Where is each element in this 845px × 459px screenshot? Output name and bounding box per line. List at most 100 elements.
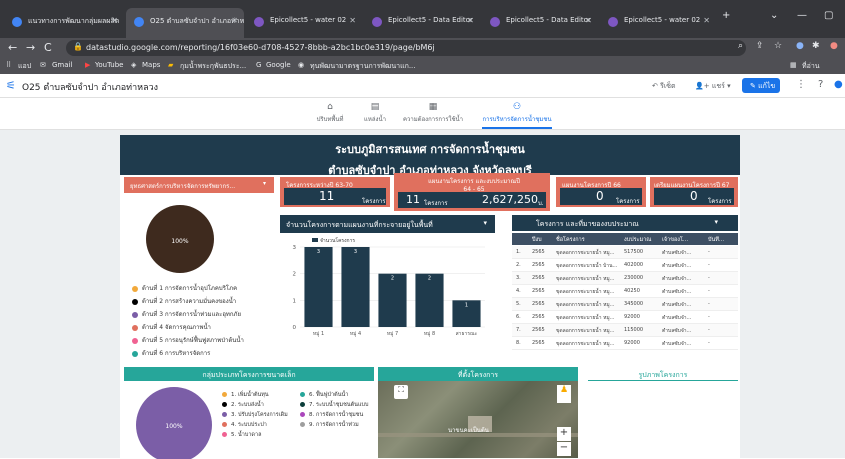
reading-list-label[interactable]: ที่อ่าน xyxy=(802,61,820,72)
close-tab-icon[interactable]: ✕ xyxy=(231,16,238,25)
table-cell: ตำบลซับจำ... xyxy=(662,341,692,347)
table-row[interactable]: 6. 2565 ขุดลอกการชะบายน้ำ หมู... 92000 ตำบลซ… xyxy=(512,311,738,324)
table-header-bar[interactable]: โครงการ และที่มาของงบประมาณ ▾ xyxy=(512,215,738,231)
zoom-icon[interactable]: ⌕ xyxy=(738,41,743,51)
help-icon[interactable]: ? xyxy=(818,79,823,90)
column-header[interactable]: ปีงบ xyxy=(532,236,542,244)
x-tick-label: สาธารณะ xyxy=(456,331,478,337)
satellite-map[interactable]: นาขนคะเป็นต้น ⛶ ♟ + − xyxy=(378,381,578,458)
zoom-in-icon[interactable]: + xyxy=(557,427,571,441)
browser-tab[interactable]: Epicollect5 - water 02 ✕ xyxy=(600,8,716,38)
new-tab-icon[interactable]: + xyxy=(722,10,730,21)
share-page-icon[interactable]: ⇪ xyxy=(756,41,764,51)
tab-search-icon[interactable]: ⌄ xyxy=(770,10,778,21)
legend-item[interactable]: ด้านที่ 3 การจัดการน้ำท่วมและอุทกภัย xyxy=(132,309,244,322)
extensions-puzzle-icon[interactable]: ✱ xyxy=(812,41,820,51)
minimize-icon[interactable]: — xyxy=(797,10,807,21)
extension-icon[interactable]: ● xyxy=(796,41,804,51)
bar[interactable] xyxy=(341,247,370,327)
legend-item[interactable]: 9. การจัดการน้ำท่วม xyxy=(300,421,368,431)
bar-chart-header[interactable]: จำนวนโครงการตามแผนงานที่กระจายอยู่ในพื้น… xyxy=(280,215,495,233)
share-button[interactable]: 👤+ แชร์ ▾ xyxy=(695,81,731,92)
bookmark-item[interactable]: YouTube xyxy=(95,61,123,69)
table-row[interactable]: 8. 2565 ขุดลอกการชะบายน้ำ หมู... 92000 ตำบลซ… xyxy=(512,337,738,350)
legend-item[interactable]: ด้านที่ 6 การบริหารจัดการ xyxy=(132,348,244,361)
strategy-dropdown[interactable]: ยุทธศาสตร์การบริหารจัดการทรัพยากร... ▾ xyxy=(124,177,274,193)
browser-tab-active[interactable]: O25 ตำบลซับจำปา อำเภอท่าห... ✕ xyxy=(126,8,244,38)
legend-item[interactable]: 6. ฟื้นฟูป่าต้นน้ำ xyxy=(300,391,368,401)
browser-tab[interactable]: Epicollect5 - water 02 ✕ xyxy=(246,8,362,38)
table-cell: - xyxy=(708,327,710,333)
table-row[interactable]: 2. 2565 ขุดลอกการชะบายน้ำ บ้าน... 402000 ตำบ… xyxy=(512,259,738,272)
column-header[interactable]: บันทึ... xyxy=(708,236,724,244)
edit-button[interactable]: ✎ แก้ไข xyxy=(742,78,780,93)
reset-button[interactable]: ↶ รีเซ็ต xyxy=(652,81,676,92)
bar[interactable] xyxy=(304,247,333,327)
browser-tab[interactable]: Epicollect5 - Data Editor ✕ xyxy=(364,8,480,38)
close-tab-icon[interactable]: ✕ xyxy=(349,16,356,25)
bookmark-item[interactable]: ทุนพัฒนามาตรฐานการพัฒนาแก... xyxy=(310,61,416,72)
tab-page-water-management[interactable]: ⚇ การบริหารจัดการน้ำชุมชน xyxy=(472,102,562,129)
bookmark-item[interactable]: Gmail xyxy=(52,61,72,69)
zoom-out-icon[interactable]: − xyxy=(557,442,571,456)
table-row[interactable]: 1. 2565 ขุดลอกการชะบายน้ำ หมู... 517500 ตำบล… xyxy=(512,246,738,259)
table-row[interactable]: 5. 2565 ขุดลอกการชะบายน้ำ หมู... 345000 ตำบล… xyxy=(512,298,738,311)
forward-icon[interactable]: → xyxy=(26,41,35,54)
table-cell: ขุดลอกการชะบายน้ำ หมู... xyxy=(556,341,615,347)
profile-avatar-icon[interactable]: ● xyxy=(830,41,838,51)
restore-icon[interactable]: ▢ xyxy=(824,10,833,21)
reload-icon[interactable]: C xyxy=(44,41,52,54)
column-header[interactable]: เจ้าของโ... xyxy=(662,236,688,244)
table-row[interactable]: 3. 2565 ขุดลอกการชะบายน้ำ หมู... 230000 ตำบล… xyxy=(512,272,738,285)
bookmark-item[interactable]: Maps xyxy=(142,61,160,69)
legend-item[interactable]: ด้านที่ 4 จัดการคุณภาพน้ำ xyxy=(132,322,244,335)
fullscreen-icon[interactable]: ⛶ xyxy=(394,385,408,399)
legend-item[interactable]: ด้านที่ 5 การอนุรักษ์ฟื้นฟูสภาพป่าต้นน้ำ xyxy=(132,335,244,348)
close-tab-icon[interactable]: ✕ xyxy=(467,16,474,25)
report-title: O25 ตำบลซับจำปา อำเภอท่าหลวง xyxy=(22,83,159,93)
account-avatar[interactable]: ● xyxy=(834,79,843,90)
bookmark-item[interactable]: Google xyxy=(266,61,291,69)
legend-item[interactable]: ด้านที่ 2 การสร้างความมั่นคงของน้ำ xyxy=(132,296,244,309)
legend-dot-icon xyxy=(300,392,305,397)
tab-page-water-demand[interactable]: ▦ ความต้องการการใช้น้ำ xyxy=(388,102,478,124)
table-cell: 517500 xyxy=(624,249,644,255)
legend-item[interactable]: 5. น้ำบาดาล xyxy=(222,431,288,441)
back-icon[interactable]: ← xyxy=(8,41,17,54)
legend-item[interactable]: ด้านที่ 1 การจัดการน้ำอุปโภคบริโภค xyxy=(132,283,244,296)
bookmark-item[interactable]: แอป xyxy=(18,61,31,72)
bookmark-item[interactable]: กุมน้ำพระกุพันธประ... xyxy=(180,61,246,72)
legend-item[interactable]: 7. ระบบน้ำชุมชนต้นแบบ xyxy=(300,401,368,411)
legend-item[interactable]: 1. เพิ่มน้ำต้นทุน xyxy=(222,391,288,401)
url-input[interactable]: 🔒 datastudio.google.com/reporting/16f03e6… xyxy=(66,40,746,56)
street-view-pegman-icon[interactable]: ♟ xyxy=(557,385,571,403)
legend-item[interactable]: 8. การจัดการน้ำชุมชน xyxy=(300,411,368,421)
browser-tab-strip: แนวทางการพัฒนากลุ่มผลผลิต ✕ O25 ตำบลซับจำ… xyxy=(0,0,845,38)
report-banner: ระบบภูมิสารสนเทศ การจัดการน้ำชุมชน ตำบลซ… xyxy=(120,135,740,177)
bar-data-label: 1 xyxy=(465,302,468,308)
legend-dot-icon xyxy=(222,422,227,427)
close-tab-icon[interactable]: ✕ xyxy=(111,16,118,25)
close-tab-icon[interactable]: ✕ xyxy=(585,16,592,25)
column-header[interactable]: งบประมาณ xyxy=(624,236,651,244)
youtube-icon: ▶ xyxy=(85,61,91,69)
tab-favicon-icon xyxy=(608,17,618,27)
more-icon[interactable]: ⋮ xyxy=(796,79,806,90)
pie-percent-label: 100% xyxy=(171,238,188,245)
legend-item[interactable]: 2. ระบบส่งน้ำ xyxy=(222,401,288,411)
legend-label: 5. น้ำบาดาล xyxy=(231,432,262,438)
browser-tab[interactable]: Epicollect5 - Data Editor ✕ xyxy=(482,8,598,38)
table-cell: - xyxy=(708,288,710,294)
legend-label: ด้านที่ 5 การอนุรักษ์ฟื้นฟูสภาพป่าต้นน้ำ xyxy=(142,337,244,344)
close-tab-icon[interactable]: ✕ xyxy=(703,16,710,25)
legend-dot-icon xyxy=(132,298,138,305)
legend-item[interactable]: 3. ปรับปรุงโครงการเดิม xyxy=(222,411,288,421)
apps-icon[interactable]: ⠿ xyxy=(6,61,11,69)
browser-tab[interactable]: แนวทางการพัฒนากลุ่มผลผลิต ✕ xyxy=(4,8,124,38)
reading-list-icon[interactable]: ▦ xyxy=(790,61,797,69)
table-row[interactable]: 7. 2565 ขุดลอกการชะบายน้ำ หมู... 115000 ตำบล… xyxy=(512,324,738,337)
column-header[interactable]: ชื่อโครงการ xyxy=(556,236,585,244)
bookmark-star-icon[interactable]: ☆ xyxy=(774,41,782,51)
table-row[interactable]: 4. 2565 ขุดลอกการชะบายน้ำ หมู... 40250 ตำบลซ… xyxy=(512,285,738,298)
legend-item[interactable]: 4. ระบบประปา xyxy=(222,421,288,431)
